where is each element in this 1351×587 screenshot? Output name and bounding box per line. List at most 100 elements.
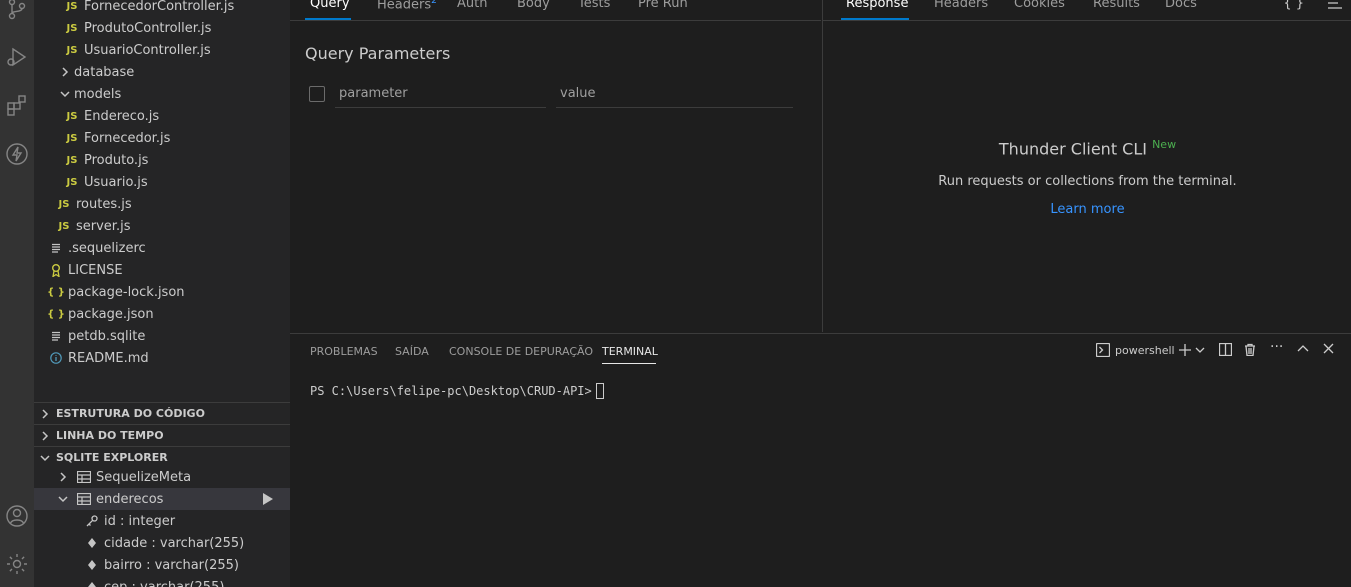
file-tree-item[interactable]: JS Fornecedor.js [34,127,290,149]
chevron-right-icon [38,430,52,441]
new-badge: New [1152,138,1177,151]
tab-docs[interactable]: Docs [1165,0,1197,11]
json-braces-icon[interactable]: { } [1283,0,1304,11]
file-tree-item[interactable]: JS UsuarioController.js [34,39,290,61]
learn-more-link[interactable]: Learn more [823,202,1351,217]
terminal-prompt-line[interactable]: PS C:\Users\felipe-pc\Desktop\CRUD-API> [310,383,604,399]
tab-debug-console[interactable]: CONSOLE DE DEPURAÇÃO [449,345,593,358]
file-tree-item[interactable]: petdb.sqlite [34,325,290,347]
sqlite-column-item[interactable]: cep : varchar(255) [34,576,290,587]
terminal-shell-selector[interactable]: powershell [1096,343,1175,357]
tab-response[interactable]: Response [846,0,908,11]
file-tree-item[interactable]: README.md [34,347,290,369]
sqlite-column-item[interactable]: id : integer [34,510,290,532]
file-tree-item-label: UsuarioController.js [84,42,211,58]
new-terminal-button[interactable] [1178,343,1205,357]
text-file-icon [48,331,64,341]
file-tree-item[interactable]: JS Usuario.js [34,171,290,193]
sqlite-column-item[interactable]: cidade : varchar(255) [34,532,290,554]
file-tree-item-label: routes.js [76,196,132,212]
active-tab-indicator [305,18,351,20]
js-file-icon: JS [66,132,78,144]
tab-results[interactable]: Results [1093,0,1140,11]
file-tree-item-label: server.js [76,218,131,234]
thunder-client-icon[interactable] [0,137,34,171]
file-tree-item[interactable]: database [34,61,290,83]
value-input[interactable] [556,80,793,108]
tab-tests[interactable]: Tests [578,0,610,11]
file-tree-item-label: ProdutoController.js [84,20,212,36]
tab-auth[interactable]: Auth [457,0,487,11]
table-icon [76,471,92,483]
file-tree-item[interactable]: models [34,83,290,105]
split-terminal-button[interactable] [1219,343,1232,356]
js-file-icon: JS [66,22,78,34]
param-checkbox[interactable] [309,86,325,102]
sqlite-table-sequelizemeta[interactable]: SequelizeMeta [34,466,290,488]
table-icon [76,493,92,505]
sqlite-table-label: SequelizeMeta [96,469,192,485]
file-tree-item[interactable]: { } package-lock.json [34,281,290,303]
tab-response-headers[interactable]: Headers [934,0,988,11]
js-file-icon: JS [58,220,70,232]
js-file-icon: JS [66,110,78,122]
tab-headers[interactable]: Headers2 [377,0,437,12]
file-tree-item-label: petdb.sqlite [68,328,146,344]
query-parameters-title: Query Parameters [305,44,451,63]
cli-title-text: Thunder Client CLI [998,139,1147,159]
file-tree-item[interactable]: JS routes.js [34,193,290,215]
response-pane: Response Headers Cookies Results Docs { … [822,0,1351,332]
section-timeline[interactable]: LINHA DO TEMPO [34,424,290,446]
sqlite-column-label: cidade : varchar(255) [104,535,245,551]
chevron-down-icon [38,453,52,463]
js-file-icon: JS [66,154,78,166]
maximize-panel-button[interactable] [1297,343,1309,355]
file-tree-item-label: models [74,86,122,102]
account-icon[interactable] [0,499,34,533]
kill-terminal-button[interactable] [1244,343,1256,356]
trash-icon [1245,343,1255,356]
file-tree-item[interactable]: JS ProdutoController.js [34,17,290,39]
section-outline[interactable]: ESTRUTURA DO CÓDIGO [34,402,290,424]
tab-cookies[interactable]: Cookies [1014,0,1065,11]
close-panel-button[interactable] [1323,343,1334,354]
run-debug-icon[interactable] [0,40,34,74]
file-tree-item-label: .sequelizerc [68,240,146,256]
file-tree-item[interactable]: JS server.js [34,215,290,237]
extensions-icon[interactable] [0,88,34,122]
settings-gear-icon[interactable] [0,547,34,581]
tab-problems[interactable]: PROBLEMAS [310,345,378,358]
tab-query[interactable]: Query [310,0,350,11]
sqlite-column-item[interactable]: bairro : varchar(255) [34,554,290,576]
sqlite-column-label: bairro : varchar(255) [104,557,239,573]
source-control-icon[interactable] [0,0,34,26]
file-tree-item[interactable]: JS FornecedorController.js [34,0,290,17]
sqlite-column-label: cep : varchar(255) [104,579,225,587]
tab-output[interactable]: SAÍDA [395,345,429,358]
close-icon [1323,343,1334,354]
chevron-right-icon [56,472,70,482]
menu-lines-icon[interactable] [1327,0,1343,9]
tab-body[interactable]: Body [517,0,550,11]
chevron-right-icon [38,408,52,419]
section-sqlite-explorer[interactable]: SQLITE EXPLORER [34,446,290,468]
file-tree-item[interactable]: .sequelizerc [34,237,290,259]
parameter-input[interactable] [335,80,546,108]
file-tree-item-label: FornecedorController.js [84,0,235,14]
file-tree-item[interactable]: { } package.json [34,303,290,325]
section-timeline-label: LINHA DO TEMPO [56,429,164,442]
file-tree-item-label: LICENSE [68,262,123,278]
sqlite-table-enderecos[interactable]: enderecos [34,488,290,510]
tab-pre-run[interactable]: Pre Run [638,0,688,11]
file-tree-item[interactable]: LICENSE [34,259,290,281]
text-file-icon [48,243,64,253]
file-tree-item[interactable]: JS Endereco.js [34,105,290,127]
request-pane: Query Headers2 Auth Body Tests Pre Run Q… [290,0,821,332]
tab-terminal[interactable]: TERMINAL [602,345,658,358]
more-actions-button[interactable]: ··· [1270,339,1283,355]
file-tree-item-label: Endereco.js [84,108,160,124]
run-query-play-icon[interactable] [263,493,273,509]
chevron-up-icon [1297,345,1309,352]
file-tree-item[interactable]: JS Produto.js [34,149,290,171]
json-file-icon: { } [47,286,65,298]
